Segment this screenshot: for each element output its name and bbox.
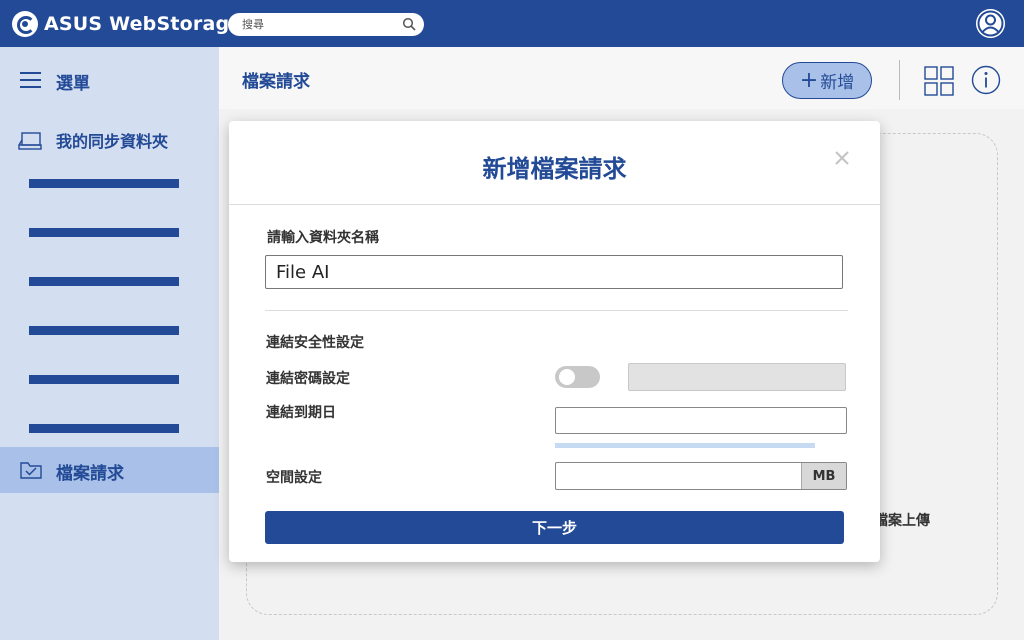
close-icon[interactable] xyxy=(832,148,852,168)
expiry-label: 連結到期日 xyxy=(266,405,336,421)
app-logo[interactable]: ASUS WebStorage xyxy=(12,11,242,37)
folder-name-input[interactable] xyxy=(265,255,843,289)
search-box xyxy=(228,13,424,36)
info-icon[interactable] xyxy=(971,65,1001,95)
page-title: 檔案請求 xyxy=(242,72,310,92)
computer-sync-icon xyxy=(18,132,42,150)
space-input[interactable]: MB xyxy=(555,462,847,490)
folder-name-label: 請輸入資料夾名稱 xyxy=(267,230,379,246)
password-label: 連結密碼設定 xyxy=(266,371,350,387)
folder-placeholder-item[interactable] xyxy=(29,179,179,188)
add-request-button[interactable]: + 新增 xyxy=(782,62,872,99)
folder-placeholder-item[interactable] xyxy=(29,228,179,237)
sidebar-item-label: 檔案請求 xyxy=(56,464,124,484)
hamburger-menu-icon xyxy=(20,72,41,88)
sidebar-item-sync-folder[interactable]: 我的同步資料夾 xyxy=(0,125,219,153)
main-header: 檔案請求 + 新增 xyxy=(219,47,1024,109)
dialog-title: 新增檔案請求 xyxy=(482,155,627,183)
header-divider xyxy=(899,60,900,100)
space-label: 空間設定 xyxy=(266,470,322,486)
dropzone-text: 檔案上傳 xyxy=(874,513,930,529)
sidebar: 選單 我的同步資料夾 檔案請求 xyxy=(0,47,219,640)
next-step-button[interactable]: 下一步 xyxy=(265,511,844,544)
sidebar-item-label: 我的同步資料夾 xyxy=(56,132,169,151)
sidebar-menu-toggle[interactable]: 選單 xyxy=(0,65,219,95)
expiry-date-input[interactable] xyxy=(555,407,847,434)
search-input[interactable] xyxy=(242,16,392,33)
grid-view-icon[interactable] xyxy=(924,66,954,96)
dialog-divider xyxy=(229,204,880,205)
folder-placeholder-item[interactable] xyxy=(29,326,179,335)
plus-icon: + xyxy=(799,67,819,93)
menu-label: 選單 xyxy=(56,74,90,94)
security-heading: 連結安全性設定 xyxy=(266,335,364,351)
section-divider xyxy=(265,310,848,311)
asus-webstorage-logo-icon xyxy=(12,11,38,37)
folder-placeholder-item[interactable] xyxy=(29,375,179,384)
password-input xyxy=(628,363,846,391)
app-name: ASUS WebStorage xyxy=(44,13,243,35)
toggle-knob xyxy=(559,369,575,385)
new-file-request-dialog: 新增檔案請求 請輸入資料夾名稱 連結安全性設定 連結密碼設定 連結到期日 空間設… xyxy=(229,121,880,562)
search-icon[interactable] xyxy=(402,17,416,31)
expiry-date-underline xyxy=(555,443,815,448)
user-avatar-icon[interactable] xyxy=(976,9,1005,38)
top-bar: ASUS WebStorage xyxy=(0,0,1024,47)
password-toggle[interactable] xyxy=(555,366,600,388)
sidebar-item-file-request[interactable]: 檔案請求 xyxy=(0,447,219,493)
folder-check-icon xyxy=(20,462,42,479)
folder-placeholder-item[interactable] xyxy=(29,277,179,286)
folder-placeholder-item[interactable] xyxy=(29,424,179,433)
space-unit: MB xyxy=(801,463,846,489)
add-button-label: 新增 xyxy=(820,73,855,93)
